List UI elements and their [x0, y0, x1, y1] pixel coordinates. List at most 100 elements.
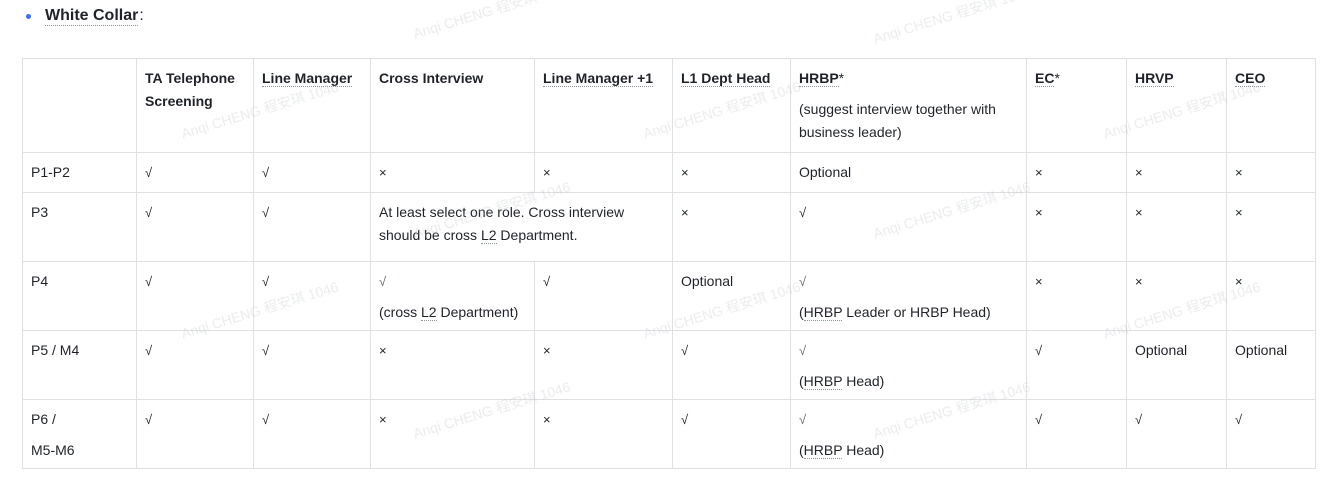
table-header-row: TA Telephone Screening Line Manager Cross… [22, 58, 1316, 153]
cell-p5-hrbp: √ (HRBP Head) [790, 330, 1027, 400]
header-hrvp: HRVP [1126, 58, 1227, 153]
section-heading: White Collar [45, 6, 139, 26]
cell-p5-hrbp-note-a: ( [799, 373, 804, 389]
cell-p3-l1-dept-head: × [672, 192, 791, 262]
cell-p6-ta: √ [136, 399, 254, 469]
cell-p4-l1-dept-head: Optional [672, 261, 791, 331]
cell-p4-cross-mark: √ [379, 274, 387, 289]
cell-p3-ta: √ [136, 192, 254, 262]
level-cell-p3: P3 [22, 192, 137, 262]
cell-p4-cross-note: (cross L2 Department) [379, 301, 526, 324]
cell-p6-hrbp-note: (HRBP Head) [799, 439, 1018, 462]
level-cell-p4: P4 [22, 261, 137, 331]
level-p6-line1: P6 / [31, 411, 56, 427]
header-corner-cell [22, 58, 137, 153]
header-ceo: CEO [1226, 58, 1316, 153]
table-row-p3: P3 √ √ At least select one role. Cross i… [22, 192, 1316, 262]
cell-p5-cross-interview: × [370, 330, 535, 400]
cell-p3-line-manager: √ [253, 192, 371, 262]
cell-p4-ceo: × [1226, 261, 1316, 331]
cell-p4-cross-interview: √ (cross L2 Department) [370, 261, 535, 331]
cell-p5-ec: √ [1026, 330, 1127, 400]
cell-p4-hrbp-note-u: HRBP [803, 304, 843, 321]
header-line-manager-plus-one: Line Manager +1 [534, 58, 673, 153]
cell-p4-hrbp: √ (HRBP Leader or HRBP Head) [790, 261, 1027, 331]
cell-p6-line-manager: √ [253, 399, 371, 469]
cell-p4-hrbp-note-a: ( [799, 304, 804, 320]
cell-p6-hrbp: √ (HRBP Head) [790, 399, 1027, 469]
header-l1-dept-head: L1 Dept Head [672, 58, 791, 153]
bullet-item-white-collar: White Collar: [26, 4, 144, 28]
cell-p6-hrvp: √ [1126, 399, 1227, 469]
cell-p4-ta: √ [136, 261, 254, 331]
cell-p6-line-manager-plus: × [534, 399, 673, 469]
cell-p5-ta: √ [136, 330, 254, 400]
cell-p4-line-manager-plus: √ [534, 261, 673, 331]
cell-p4-cross-note-a: (cross [379, 304, 421, 320]
cell-p3-cross-interview-merged: At least select one role. Cross intervie… [370, 192, 673, 262]
cell-p1-p2-ceo: × [1226, 152, 1316, 193]
header-hrbp-star: * [838, 70, 845, 86]
header-ceo-text: CEO [1235, 70, 1266, 87]
cell-p5-line-manager: √ [253, 330, 371, 400]
header-hrvp-text: HRVP [1135, 70, 1174, 87]
cell-p4-hrbp-mark: √ [799, 274, 807, 289]
cell-p6-hrbp-note-u: HRBP [803, 442, 843, 459]
header-l1-dept-head-text: L1 Dept Head [681, 70, 771, 87]
cell-p4-hrbp-note: (HRBP Leader or HRBP Head) [799, 301, 1018, 324]
header-line-manager: Line Manager [253, 58, 371, 153]
cell-p5-line-manager-plus: × [534, 330, 673, 400]
level-cell-p6-m5-m6: P6 / M5-M6 [22, 399, 137, 469]
level-p6-line2: M5-M6 [31, 442, 75, 458]
header-hrbp-text: HRBP [799, 70, 839, 87]
cell-p5-hrbp-note-u: HRBP [803, 373, 843, 390]
header-ec-text: EC [1035, 70, 1055, 87]
cell-p6-l1-dept-head: √ [672, 399, 791, 469]
table-row-p6-m5-m6: P6 / M5-M6 √ √ × × √ √ (HRBP Head) √ √ √ [22, 399, 1316, 469]
cell-p5-hrbp-note-b: Head) [842, 373, 885, 389]
cell-p5-hrbp-mark: √ [799, 343, 807, 358]
header-ta-telephone-screening: TA Telephone Screening [136, 58, 254, 153]
cell-p4-hrvp: × [1126, 261, 1227, 331]
cell-p5-hrvp: Optional [1126, 330, 1227, 400]
cell-p1-p2-line-manager: √ [253, 152, 371, 193]
bullet-dot [26, 13, 31, 19]
header-cross-interview: Cross Interview [370, 58, 535, 153]
interview-role-table: TA Telephone Screening Line Manager Cross… [22, 58, 1316, 469]
cell-p1-p2-cross-interview: × [370, 152, 535, 193]
cell-p6-hrbp-note-b: Head) [842, 442, 885, 458]
cell-p4-cross-note-l2: L2 [421, 304, 437, 321]
cell-p1-p2-ec: × [1026, 152, 1127, 193]
header-ta-line2: Screening [145, 93, 213, 109]
watermark-text: Anqi CHENG 程安琪 1046 [871, 0, 1033, 47]
cell-p3-ceo: × [1226, 192, 1316, 262]
header-ta-line1: TA Telephone [145, 70, 235, 86]
cell-p6-hrbp-mark: √ [799, 412, 807, 427]
cell-p3-hrvp: × [1126, 192, 1227, 262]
cell-p5-hrbp-note: (HRBP Head) [799, 370, 1018, 393]
cell-p1-p2-ta: √ [136, 152, 254, 193]
cell-p1-p2-hrbp: Optional [790, 152, 1027, 193]
cell-p3-hrbp: √ [790, 192, 1027, 262]
cell-p1-p2-line-manager-plus: × [534, 152, 673, 193]
header-ec: EC* [1026, 58, 1127, 153]
cell-p3-merged-text-b: Department. [496, 227, 578, 243]
cell-p4-hrbp-note-b: Leader or HRBP Head) [842, 304, 991, 320]
header-line-manager-text: Line Manager [262, 70, 353, 87]
level-cell-p5-m4: P5 / M4 [22, 330, 137, 400]
level-cell-p1-p2: P1-P2 [22, 152, 137, 193]
cell-p4-cross-note-b: Department) [436, 304, 519, 320]
header-line-manager-plus-text: Line Manager +1 [543, 70, 654, 87]
table-row-p1-p2: P1-P2 √ √ × × × Optional × × × [22, 152, 1316, 193]
cell-p6-hrbp-note-a: ( [799, 442, 804, 458]
header-ec-star: * [1054, 70, 1060, 86]
cell-p6-ec: √ [1026, 399, 1127, 469]
header-hrbp-note: (suggest interview together with busines… [799, 101, 996, 140]
heading-colon: : [139, 7, 144, 24]
cell-p1-p2-hrvp: × [1126, 152, 1227, 193]
cell-p4-line-manager: √ [253, 261, 371, 331]
header-hrbp: HRBP* (suggest interview together with b… [790, 58, 1027, 153]
cell-p1-p2-l1-dept-head: × [672, 152, 791, 193]
watermark-text: Anqi CHENG 程安琪 1046 [411, 0, 573, 42]
cell-p6-cross-interview: × [370, 399, 535, 469]
